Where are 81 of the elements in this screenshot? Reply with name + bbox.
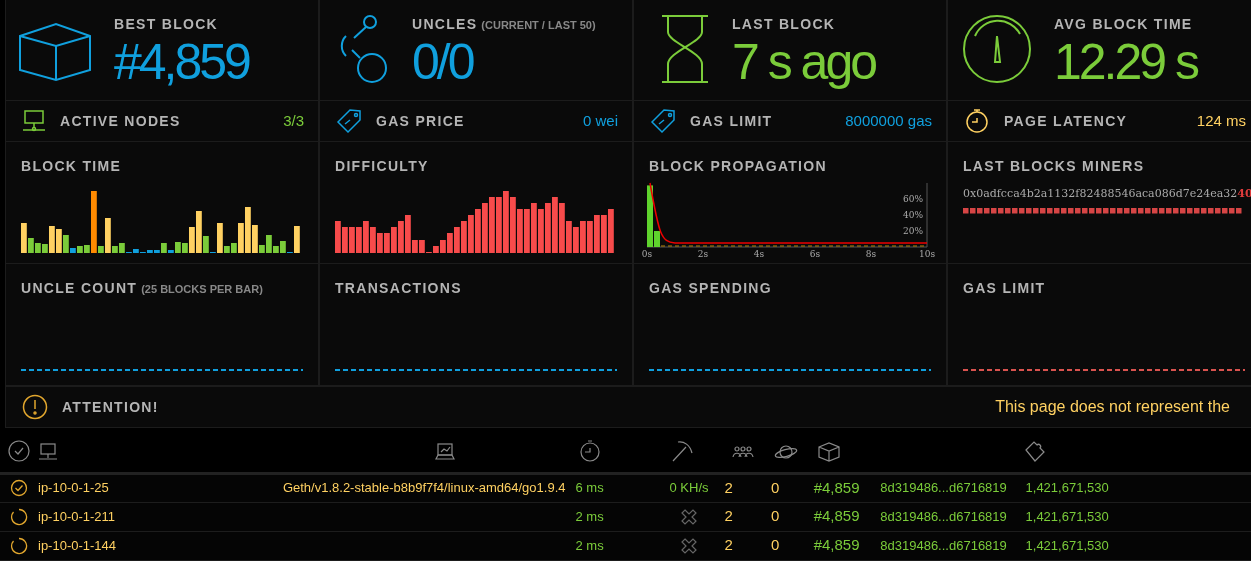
chart-title: DIFFICULTY	[335, 158, 429, 174]
client-version: Geth/v1.8.2-stable-b8b9f7f4/linux-amd64/go1.9.4	[282, 480, 566, 496]
computer-icon	[22, 110, 46, 132]
pending-count: 0	[770, 536, 780, 554]
planet-icon	[773, 444, 798, 461]
stopwatch-icon	[964, 108, 990, 134]
cube-icon	[18, 20, 92, 82]
difficulty: 1,421,671,530	[1025, 537, 1109, 553]
y-tick-label: 40%	[903, 210, 923, 220]
x-tick-label: 6s	[809, 249, 821, 259]
chart-title: LAST BLOCKS MINERS	[963, 158, 1145, 174]
stat-sublabel: (CURRENT / LAST 50)	[481, 19, 596, 31]
hourglass-icon	[660, 14, 710, 84]
block-hash: 8d319486...d6716819	[880, 480, 1007, 496]
puzzle-icon	[1023, 440, 1046, 463]
chart-title: BLOCK TIME	[21, 158, 122, 174]
computer-icon	[38, 443, 58, 462]
block-hash: 8d319486...d6716819	[880, 508, 1007, 524]
chart-title: TRANSACTIONS	[335, 280, 462, 296]
x-tick-label: 8s	[865, 249, 877, 259]
x-tick-label: 10s	[918, 249, 936, 259]
stat-value: 12.29 s	[1054, 37, 1197, 87]
difficulty: 1,421,671,530	[1025, 480, 1109, 496]
stat-value: 3/3	[283, 110, 304, 131]
y-tick-label: 60%	[903, 194, 923, 204]
block-hash: 8d319486...d6716819	[880, 537, 1007, 553]
difficulty: 1,421,671,530	[1025, 508, 1109, 524]
stat-label: LAST BLOCK	[732, 16, 836, 32]
pending-count: 0	[770, 507, 780, 525]
check-circle-icon	[8, 440, 30, 463]
chart-title: UNCLE COUNT	[21, 280, 138, 296]
latency: 2 ms	[575, 537, 604, 553]
warning-icon	[22, 394, 48, 420]
node-name: ip-10-0-1-144	[38, 537, 117, 553]
cross-icon	[681, 509, 697, 526]
attention-title: ATTENTION!	[62, 397, 159, 417]
block-number: #4,859	[813, 478, 860, 496]
stat-value: 0/0	[412, 37, 475, 87]
stat-label: GAS PRICE	[376, 111, 465, 131]
price-tag-icon	[336, 108, 362, 134]
attention-message: This page does not represent the	[995, 397, 1230, 417]
stat-label: AVG BLOCK TIME	[1054, 16, 1193, 32]
node-name: ip-10-0-1-211	[38, 508, 116, 524]
latency: 6 ms	[575, 480, 604, 496]
chart-title: BLOCK PROPAGATION	[649, 158, 827, 174]
chart-subtitle: (25 BLOCKS PER BAR)	[141, 283, 263, 295]
chart-title: GAS SPENDING	[649, 280, 772, 296]
stat-value: 7 s ago	[732, 37, 875, 87]
latency: 2 ms	[575, 508, 604, 524]
peer-count: 2	[724, 478, 733, 496]
x-tick-label: 2s	[697, 249, 709, 259]
hashrate: 0 KH/s	[669, 480, 709, 496]
stat-value: #4,859	[114, 37, 249, 87]
stat-value: 124 ms	[1196, 110, 1246, 131]
laptop-icon	[435, 443, 456, 462]
node-name: ip-10-0-1-25	[38, 480, 109, 496]
peer-count: 2	[724, 536, 733, 554]
stat-value: 0 wei	[582, 110, 618, 131]
people-icon	[731, 445, 754, 460]
stat-label: ACTIVE NODES	[60, 111, 181, 131]
cross-icon	[681, 538, 697, 555]
block-number: #4,859	[813, 536, 860, 554]
peer-count: 2	[724, 507, 733, 525]
pending-count: 0	[770, 478, 780, 496]
y-tick-label: 20%	[903, 226, 923, 236]
block-number: #4,859	[813, 507, 860, 525]
stat-label: PAGE LATENCY	[1004, 111, 1128, 131]
miner-address: 0x0adfcca4b2a1132f82488546aca086d7e24ea32	[963, 186, 1238, 202]
price-tag-icon	[650, 108, 676, 134]
x-tick-label: 4s	[753, 249, 765, 259]
stat-label: GAS LIMIT	[690, 111, 773, 131]
stat-label: UNCLES	[412, 16, 478, 32]
stat-label: BEST BLOCK	[114, 16, 218, 32]
chart-title: GAS LIMIT	[963, 280, 1046, 296]
x-tick-label: 0s	[641, 249, 653, 259]
y-axis	[926, 182, 928, 248]
stopwatch-icon	[579, 440, 602, 463]
pickaxe-icon	[670, 439, 695, 464]
gauge-icon	[962, 14, 1032, 84]
stat-value: 8000000 gas	[845, 110, 932, 131]
cube-icon	[817, 441, 840, 462]
